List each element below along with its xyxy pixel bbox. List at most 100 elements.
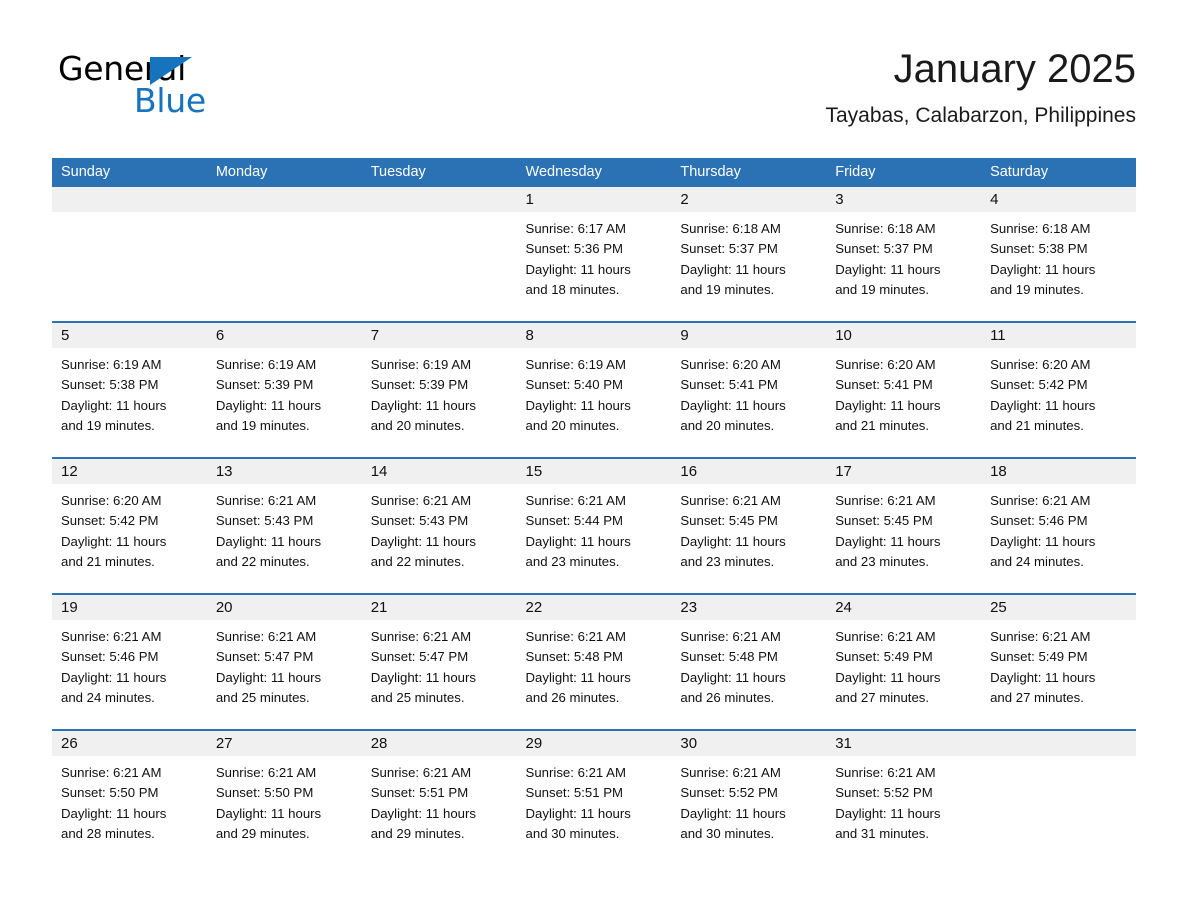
sunrise-text: Sunrise: 6:21 AM <box>215 629 317 644</box>
weekday-header-thursday: Thursday <box>680 164 741 180</box>
day-cell[interactable] <box>362 212 517 321</box>
day-cell[interactable]: Sunrise: 6:21 AM Sunset: 5:44 PM Dayligh… <box>517 484 672 593</box>
day-cell[interactable]: Sunrise: 6:21 AM Sunset: 5:46 PM Dayligh… <box>52 620 207 729</box>
day-cell[interactable]: Sunrise: 6:21 AM Sunset: 5:49 PM Dayligh… <box>981 620 1136 729</box>
day-number[interactable]: 23 <box>671 595 826 620</box>
daylight-text-line2: and 26 minutes. <box>525 689 620 705</box>
day-number[interactable] <box>981 731 1136 756</box>
day-number[interactable]: 19 <box>52 595 207 620</box>
day-cell[interactable]: Sunrise: 6:19 AM Sunset: 5:40 PM Dayligh… <box>517 348 672 457</box>
day-cell[interactable]: Sunrise: 6:18 AM Sunset: 5:38 PM Dayligh… <box>981 212 1136 321</box>
day-number[interactable]: 21 <box>362 595 517 620</box>
day-cell[interactable] <box>52 212 207 321</box>
day-number[interactable]: 24 <box>826 595 981 620</box>
day-number[interactable]: 10 <box>826 323 981 348</box>
day-cell[interactable]: Sunrise: 6:19 AM Sunset: 5:38 PM Dayligh… <box>52 348 207 457</box>
daylight-text-line1: Daylight: 11 hours <box>525 533 631 549</box>
sunrise-text: Sunrise: 6:18 AM <box>835 221 936 236</box>
day-number[interactable]: 31 <box>826 731 981 756</box>
daylight-text-line2: and 23 minutes. <box>680 553 775 569</box>
sunset-text: Sunset: 5:42 PM <box>61 513 159 529</box>
day-cell[interactable]: Sunrise: 6:21 AM Sunset: 5:47 PM Dayligh… <box>362 620 517 729</box>
day-number[interactable]: 12 <box>52 459 207 484</box>
day-number[interactable]: 30 <box>671 731 826 756</box>
day-number[interactable]: 5 <box>52 323 207 348</box>
day-number[interactable]: 4 <box>981 187 1136 212</box>
sunset-text: Sunset: 5:46 PM <box>61 649 159 665</box>
day-cell[interactable]: Sunrise: 6:21 AM Sunset: 5:49 PM Dayligh… <box>826 620 981 729</box>
day-cell[interactable]: Sunrise: 6:21 AM Sunset: 5:43 PM Dayligh… <box>362 484 517 593</box>
day-number[interactable]: 27 <box>207 731 362 756</box>
day-cell[interactable]: Sunrise: 6:20 AM Sunset: 5:42 PM Dayligh… <box>981 348 1136 457</box>
day-cell[interactable]: Sunrise: 6:20 AM Sunset: 5:42 PM Dayligh… <box>52 484 207 593</box>
daylight-text-line2: and 24 minutes. <box>61 689 155 705</box>
day-number[interactable]: 18 <box>981 459 1136 484</box>
day-number[interactable]: 28 <box>362 731 517 756</box>
daylight-text-line1: Daylight: 11 hours <box>525 669 631 685</box>
day-cell[interactable]: Sunrise: 6:21 AM Sunset: 5:48 PM Dayligh… <box>671 620 826 729</box>
day-cell[interactable]: Sunrise: 6:21 AM Sunset: 5:51 PM Dayligh… <box>362 756 517 865</box>
sunset-text: Sunset: 5:47 PM <box>370 649 469 665</box>
day-cell[interactable]: Sunrise: 6:21 AM Sunset: 5:45 PM Dayligh… <box>671 484 826 593</box>
day-number[interactable]: 8 <box>517 323 672 348</box>
day-cell[interactable]: Sunrise: 6:18 AM Sunset: 5:37 PM Dayligh… <box>826 212 981 321</box>
day-number[interactable]: 22 <box>517 595 672 620</box>
day-number[interactable]: 6 <box>207 323 362 348</box>
day-number[interactable]: 11 <box>981 323 1136 348</box>
day-cell[interactable]: Sunrise: 6:21 AM Sunset: 5:48 PM Dayligh… <box>517 620 672 729</box>
sunset-text: Sunset: 5:51 PM <box>370 785 469 801</box>
day-number[interactable]: 7 <box>362 323 517 348</box>
day-cell[interactable]: Sunrise: 6:21 AM Sunset: 5:50 PM Dayligh… <box>52 756 207 865</box>
day-cell[interactable] <box>207 212 362 321</box>
day-number[interactable]: 17 <box>826 459 981 484</box>
day-cell[interactable]: Sunrise: 6:19 AM Sunset: 5:39 PM Dayligh… <box>207 348 362 457</box>
day-number[interactable]: 26 <box>52 731 207 756</box>
weekday-header-sunday: Sunday <box>61 164 111 180</box>
day-number[interactable]: 29 <box>517 731 672 756</box>
daylight-text-line1: Daylight: 11 hours <box>525 805 631 821</box>
day-number[interactable]: 3 <box>826 187 981 212</box>
day-number[interactable]: 1 <box>517 187 672 212</box>
day-cell[interactable] <box>981 756 1136 865</box>
sunrise-text: Sunrise: 6:21 AM <box>370 493 472 508</box>
sunset-text: Sunset: 5:52 PM <box>835 785 933 801</box>
sunset-text: Sunset: 5:37 PM <box>835 241 933 257</box>
day-number[interactable]: 9 <box>671 323 826 348</box>
day-cell[interactable]: Sunrise: 6:19 AM Sunset: 5:39 PM Dayligh… <box>362 348 517 457</box>
day-cell[interactable]: Sunrise: 6:21 AM Sunset: 5:47 PM Dayligh… <box>207 620 362 729</box>
day-number[interactable]: 14 <box>362 459 517 484</box>
daylight-text-line1: Daylight: 11 hours <box>680 397 786 413</box>
page-subtitle: Tayabas, Calabarzon, Philippines <box>825 104 1136 127</box>
day-cell[interactable]: Sunrise: 6:21 AM Sunset: 5:43 PM Dayligh… <box>207 484 362 593</box>
daylight-text-line2: and 21 minutes. <box>835 417 930 433</box>
calendar-grid: Sunday Monday Tuesday Wednesday Thursday… <box>52 158 1136 865</box>
day-cell[interactable]: Sunrise: 6:21 AM Sunset: 5:45 PM Dayligh… <box>826 484 981 593</box>
daylight-text-line1: Daylight: 11 hours <box>990 533 1096 549</box>
day-number[interactable] <box>362 187 517 212</box>
sunset-text: Sunset: 5:49 PM <box>990 649 1088 665</box>
day-number[interactable]: 15 <box>517 459 672 484</box>
day-number[interactable]: 13 <box>207 459 362 484</box>
daylight-text-line2: and 23 minutes. <box>835 553 930 569</box>
day-number[interactable] <box>52 187 207 212</box>
day-number[interactable]: 2 <box>671 187 826 212</box>
day-cell[interactable]: Sunrise: 6:20 AM Sunset: 5:41 PM Dayligh… <box>671 348 826 457</box>
day-number[interactable] <box>207 187 362 212</box>
day-cell[interactable]: Sunrise: 6:21 AM Sunset: 5:52 PM Dayligh… <box>671 756 826 865</box>
day-cell[interactable]: Sunrise: 6:21 AM Sunset: 5:52 PM Dayligh… <box>826 756 981 865</box>
daylight-text-line1: Daylight: 11 hours <box>835 261 941 277</box>
day-cell[interactable]: Sunrise: 6:21 AM Sunset: 5:46 PM Dayligh… <box>981 484 1136 593</box>
page-header: General Blue January 2025 Tayabas, Calab… <box>0 0 1188 127</box>
sunrise-text: Sunrise: 6:20 AM <box>61 493 162 508</box>
sunrise-text: Sunrise: 6:18 AM <box>680 221 781 236</box>
day-cell[interactable]: Sunrise: 6:21 AM Sunset: 5:51 PM Dayligh… <box>517 756 672 865</box>
day-number[interactable]: 20 <box>207 595 362 620</box>
sunset-text: Sunset: 5:39 PM <box>370 377 469 393</box>
day-number[interactable]: 25 <box>981 595 1136 620</box>
day-cell[interactable]: Sunrise: 6:20 AM Sunset: 5:41 PM Dayligh… <box>826 348 981 457</box>
day-number[interactable]: 16 <box>671 459 826 484</box>
day-cell[interactable]: Sunrise: 6:18 AM Sunset: 5:37 PM Dayligh… <box>671 212 826 321</box>
generalblue-logo[interactable]: General Blue <box>58 52 318 122</box>
day-cell[interactable]: Sunrise: 6:17 AM Sunset: 5:36 PM Dayligh… <box>517 212 672 321</box>
day-cell[interactable]: Sunrise: 6:21 AM Sunset: 5:50 PM Dayligh… <box>207 756 362 865</box>
